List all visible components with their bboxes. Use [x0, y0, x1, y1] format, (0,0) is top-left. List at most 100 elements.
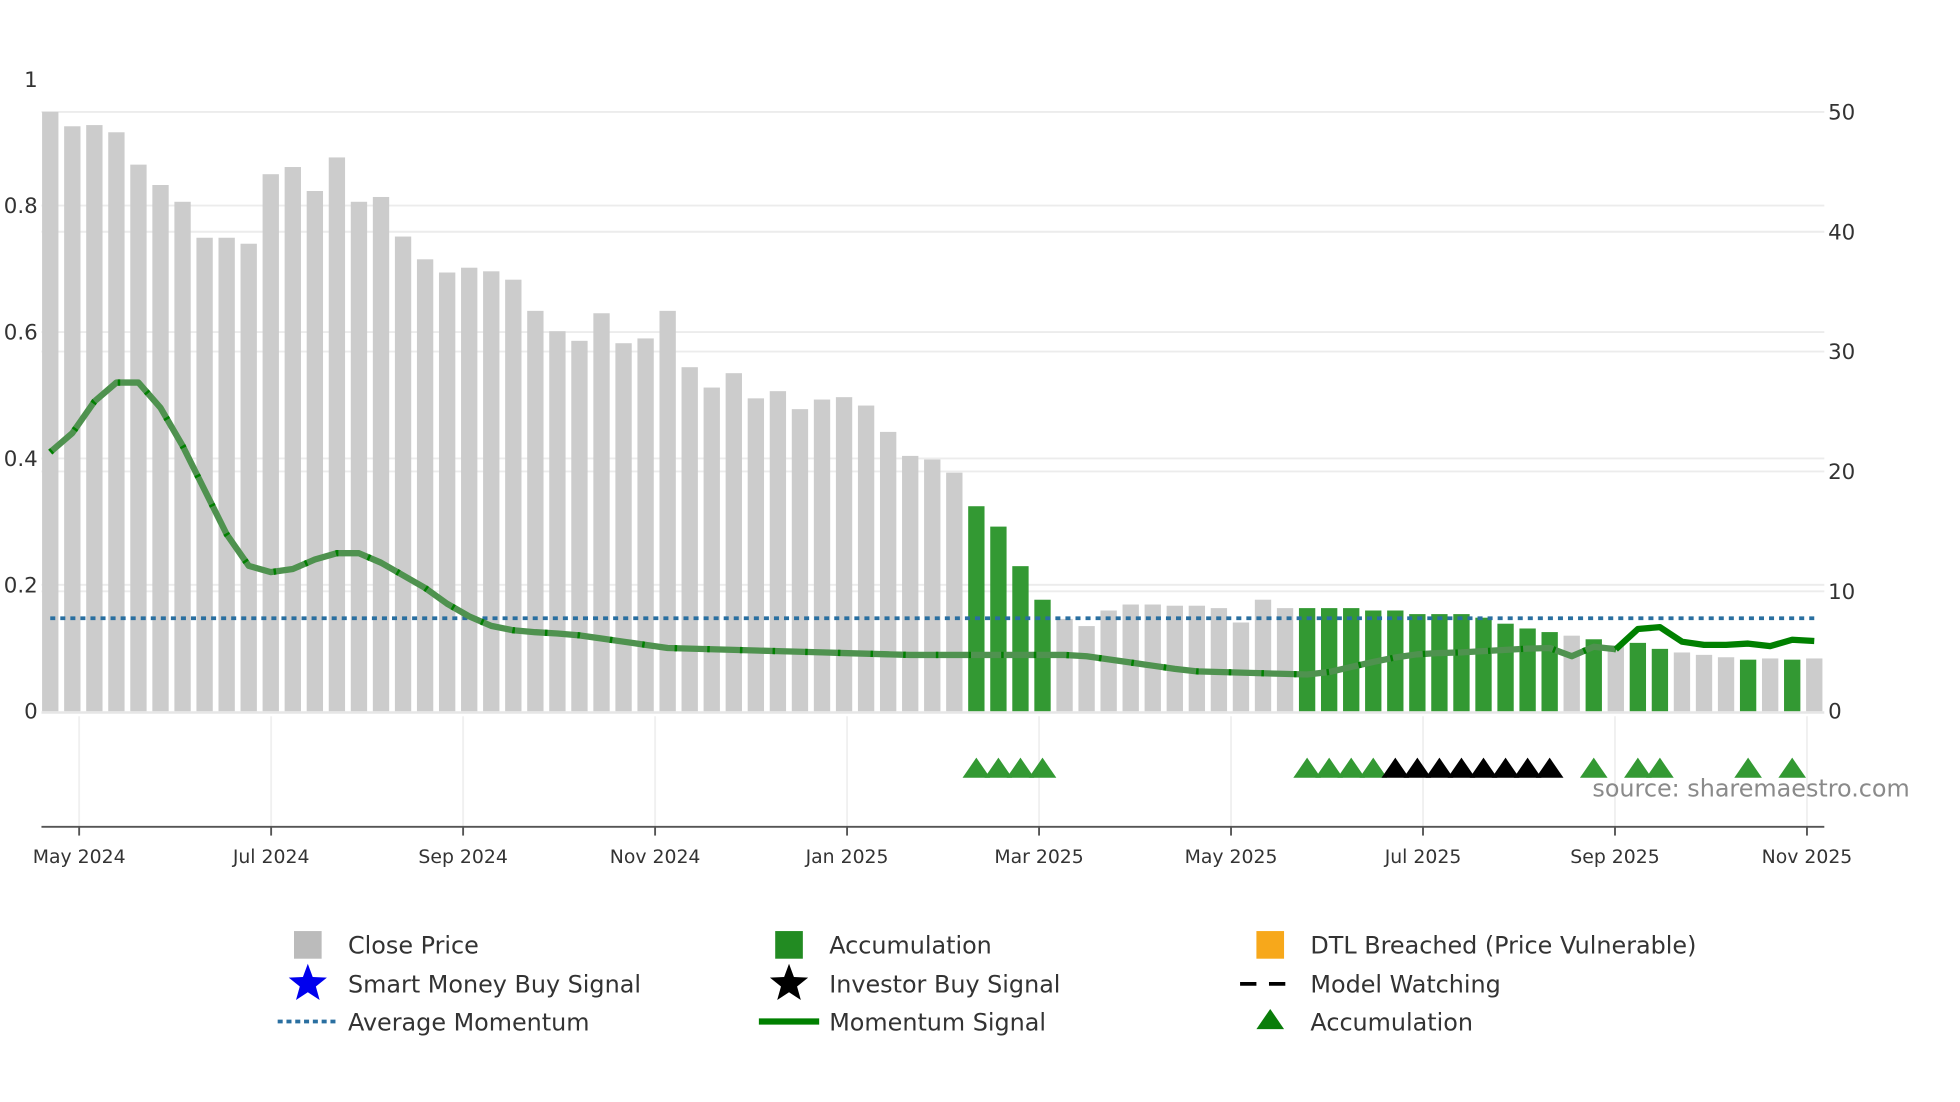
close-price-bar: [483, 271, 500, 712]
bars: [42, 111, 1823, 712]
accumulation-bar: [1012, 566, 1029, 712]
source-label: source: sharemaestro.com: [1592, 775, 1909, 803]
x-tick-label: Nov 2025: [1762, 847, 1853, 868]
right-tick-label: 20: [1828, 460, 1855, 485]
accumulation-bar: [1475, 617, 1492, 712]
accumulation-bar: [1497, 623, 1514, 712]
close-price-bar: [1166, 605, 1183, 712]
x-tick-label: Jan 2025: [805, 847, 889, 868]
close-price-bar: [1563, 635, 1580, 712]
legend-item: Investor Buy Signal: [769, 963, 1060, 1001]
legend-item: Accumulation: [1256, 1008, 1473, 1036]
accumulation-marker: [1337, 757, 1366, 778]
close-price-bar: [1761, 658, 1779, 712]
momentum-chart: 00.20.40.60.8101020304050May 2024 Jul 202…: [4, 68, 1910, 1037]
x-tick-label: Nov 2024: [610, 847, 701, 868]
close-price-bar: [262, 174, 279, 712]
left-tick-label: 0.8: [4, 194, 38, 219]
legend-item: DTL Breached (Price Vulnerable): [1256, 931, 1696, 960]
green-square-icon: [775, 931, 803, 959]
close-price-bar: [306, 190, 324, 712]
legend: Close Price Accumulation DTL Breached (Pri…: [277, 931, 1696, 1036]
accumulation-marker: [1028, 757, 1057, 778]
close-price-bar: [747, 398, 765, 712]
x-tick-label: Sep 2025: [1570, 847, 1659, 868]
accumulation-marker: [984, 757, 1013, 778]
accumulation-bar: [968, 506, 985, 712]
close-price-bar: [394, 236, 412, 712]
right-tick-label: 10: [1828, 580, 1855, 605]
close-price-bar: [902, 455, 919, 712]
accumulation-bar: [1541, 632, 1558, 712]
legend-item: Accumulation: [775, 931, 992, 960]
close-price-bar: [372, 196, 390, 712]
close-price-bar: [769, 391, 787, 712]
accumulation-bar: [1519, 628, 1536, 712]
legend-label: DTL Breached (Price Vulnerable): [1310, 932, 1696, 960]
close-price-bar: [615, 343, 632, 712]
accumulation-marker: [1359, 757, 1388, 778]
close-price-bar: [1607, 645, 1624, 712]
close-price-bar: [924, 459, 941, 712]
investor-buy-marker: [1447, 757, 1476, 778]
close-price-bar: [527, 310, 544, 712]
accumulation-bar: [1651, 648, 1669, 712]
close-price-bar: [857, 405, 875, 712]
left-tick-label: 0.4: [4, 447, 38, 472]
accumulation-bar: [1784, 659, 1801, 712]
close-price-bar: [725, 373, 742, 712]
legend-item: Model Watching: [1240, 971, 1501, 999]
accumulation-bar: [1409, 614, 1426, 712]
close-price-bar: [637, 338, 654, 712]
investor-buy-marker: [1381, 757, 1410, 778]
close-price-bar: [681, 367, 698, 712]
investor-buy-marker: [1513, 757, 1542, 778]
blue-star-icon: [288, 963, 327, 1001]
close-price-bar: [703, 387, 720, 712]
orange-square-icon: [1256, 931, 1285, 959]
close-price-bar: [218, 237, 235, 712]
close-price-bar: [108, 132, 125, 712]
close-price-bar: [813, 399, 831, 712]
accumulation-marker: [1315, 757, 1343, 778]
close-price-bar: [1806, 658, 1823, 712]
gray-square-icon: [294, 931, 322, 959]
legend-label: Accumulation: [1310, 1008, 1473, 1036]
x-tick-label: May 2025: [1185, 847, 1278, 868]
accumulation-bar: [1343, 608, 1360, 712]
close-price-bar: [946, 472, 963, 712]
x-tick-label: Jul 2024: [232, 847, 310, 868]
x-tick-label: Jul 2025: [1384, 847, 1462, 868]
right-tick-label: 0: [1828, 700, 1842, 725]
close-price-bar: [1144, 604, 1161, 712]
left-tick-label: 0.6: [4, 321, 38, 346]
close-price-bar: [835, 397, 853, 712]
close-price-bar: [571, 340, 588, 712]
close-price-bar: [284, 167, 301, 712]
accumulation-bar: [1629, 642, 1647, 712]
legend-label: Accumulation: [829, 932, 992, 960]
close-price-bar: [438, 272, 456, 712]
x-tick-label: Mar 2025: [994, 847, 1083, 868]
close-price-bar: [328, 157, 346, 712]
close-price-bar: [461, 267, 478, 712]
close-price-bar: [86, 125, 103, 712]
legend-label: Average Momentum: [348, 1008, 590, 1036]
right-tick-label: 50: [1828, 100, 1855, 125]
x-tick-label: Sep 2024: [418, 847, 507, 868]
accumulation-bar: [1298, 608, 1316, 712]
investor-buy-marker: [1535, 757, 1564, 778]
accumulation-bar: [1739, 659, 1757, 712]
left-tick-label: 0: [24, 700, 38, 725]
close-price-bar: [350, 201, 368, 712]
legend-item: Momentum Signal: [758, 1008, 1046, 1036]
close-price-bar: [1276, 608, 1294, 712]
legend-label: Close Price: [348, 932, 479, 960]
close-price-bar: [791, 409, 809, 712]
close-price-bar: [64, 126, 81, 712]
legend-item: Close Price: [294, 931, 479, 960]
close-price-bar: [1695, 654, 1713, 712]
close-price-bar: [505, 279, 522, 712]
close-price-bar: [1673, 652, 1691, 712]
right-tick-label: 30: [1828, 340, 1855, 365]
